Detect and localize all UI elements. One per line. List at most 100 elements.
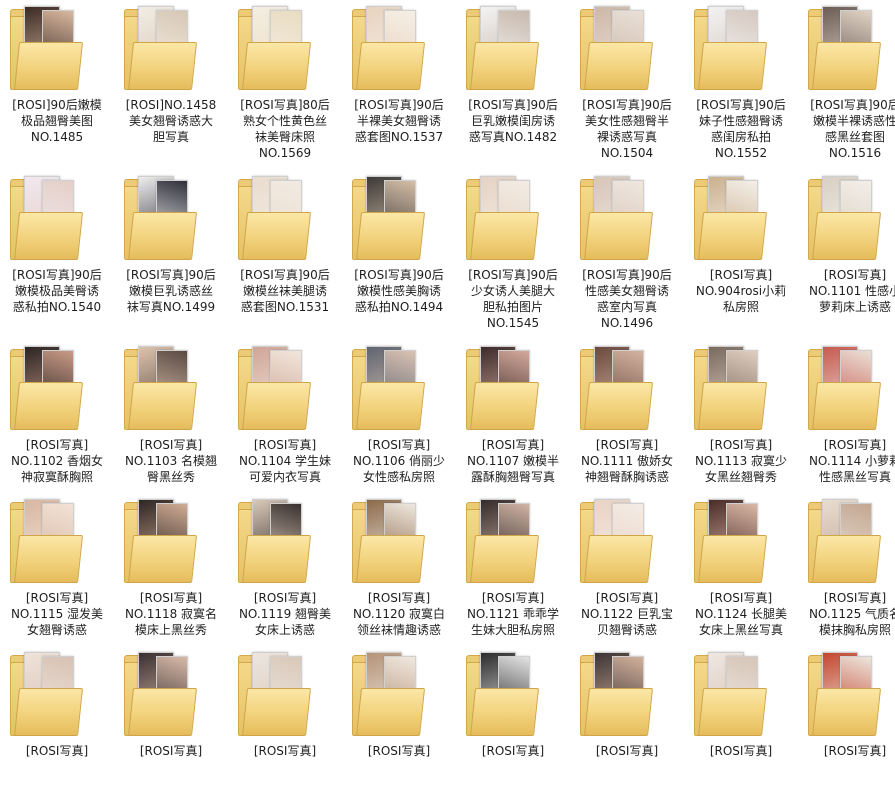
folder-thumbnail-icon [808,6,882,90]
folder-thumbnail-icon [352,346,426,430]
folder-thumbnail-icon [238,499,312,583]
folder-label: [ROSI写真]90后 嫩模半裸诱惑性 感黑丝套图 NO.1516 [810,98,895,160]
folder-label: [ROSI写真] NO.1118 寂寞名 模床上黑丝秀 [124,591,218,637]
folder-thumbnail-icon [808,346,882,430]
folder-item[interactable]: [ROSI写真]90后 嫩模半裸诱惑性 感黑丝套图 NO.1516 [798,0,895,160]
folder-thumbnail-icon [466,499,540,583]
folder-item[interactable]: [ROSI写真]90后 嫩模巨乳诱惑丝 袜写真NO.1499 [114,170,228,320]
folder-item[interactable]: [ROSI写真] [114,646,228,796]
folder-label: [ROSI写真]90后 嫩模极品美臀诱 惑私拍NO.1540 [12,268,102,314]
folder-item[interactable]: [ROSI写真] NO.1125 气质名 模抹胸私房照 [798,493,895,643]
folder-thumbnail-icon [10,176,84,260]
folder-item[interactable]: [ROSI写真] [570,646,684,796]
folder-label: [ROSI写真] [367,744,431,758]
folder-thumbnail-icon [580,499,654,583]
folder-thumbnail-icon [694,652,768,736]
folder-thumbnail-icon [808,176,882,260]
folder-item[interactable]: [ROSI]90后嫩模 极品翘臀美图 NO.1485 [0,0,114,150]
folder-label: [ROSI写真]90后 嫩模性感美胸诱 惑私拍NO.1494 [354,268,444,314]
folder-item[interactable]: [ROSI写真] [456,646,570,796]
folder-item[interactable]: [ROSI写真] NO.1118 寂寞名 模床上黑丝秀 [114,493,228,643]
folder-label: [ROSI写真] NO.1120 寂寞白 领丝袜情趣诱惑 [352,591,446,637]
folder-item[interactable]: [ROSI写真] [798,646,895,796]
folder-thumbnail-icon [466,652,540,736]
folder-item[interactable]: [ROSI写真]90后 嫩模丝袜美腿诱 惑套图NO.1531 [228,170,342,320]
folder-item[interactable]: [ROSI写真] NO.1120 寂寞白 领丝袜情趣诱惑 [342,493,456,643]
folder-thumbnail-icon [808,652,882,736]
folder-thumbnail-icon [238,652,312,736]
folder-item[interactable]: [ROSI写真] NO.1119 翘臀美 女床上诱惑 [228,493,342,643]
folder-label: [ROSI写真] NO.1111 傲娇女 神翘臀酥胸诱惑 [580,438,674,484]
folder-item[interactable]: [ROSI写真] NO.1121 乖乖学 生妹大胆私房照 [456,493,570,643]
folder-item[interactable]: [ROSI写真] NO.1106 俏丽少 女性感私房照 [342,340,456,490]
folder-thumbnail-icon [694,499,768,583]
folder-item[interactable]: [ROSI写真] [684,646,798,796]
folder-thumbnail-icon [10,499,84,583]
folder-label: [ROSI写真] NO.1115 湿发美 女翘臀诱惑 [10,591,104,637]
folder-item[interactable]: [ROSI写真] [228,646,342,796]
folder-item[interactable]: [ROSI写真] NO.1104 学生妹 可爱内衣写真 [228,340,342,490]
folder-thumbnail-icon [124,6,198,90]
folder-item[interactable]: [ROSI]NO.1458 美女翘臀诱惑大 胆写真 [114,0,228,150]
folder-label: [ROSI写真]80后 熟女个性黄色丝 袜美臀床照 NO.1569 [240,98,330,160]
folder-thumbnail-icon [580,346,654,430]
folder-item[interactable]: [ROSI写真] NO.1103 名模翘 臀黑丝秀 [114,340,228,490]
folder-item[interactable]: [ROSI写真] NO.1107 嫩模半 露酥胸翘臀写真 [456,340,570,490]
folder-item[interactable]: [ROSI写真] NO.1115 湿发美 女翘臀诱惑 [0,493,114,643]
folder-label: [ROSI]NO.1458 美女翘臀诱惑大 胆写真 [125,98,217,144]
folder-thumbnail-icon [580,6,654,90]
folder-thumbnail-icon [466,346,540,430]
folder-label: [ROSI]90后嫩模 极品翘臀美图 NO.1485 [12,98,102,144]
folder-item[interactable]: [ROSI写真]90后 嫩模性感美胸诱 惑私拍NO.1494 [342,170,456,320]
folder-label: [ROSI写真] NO.1114 小萝莉 性感黑丝写真 [808,438,895,484]
folder-label: [ROSI写真]90后 性感美女翘臀诱 惑室内写真 NO.1496 [582,268,672,330]
folder-thumbnail-icon [10,652,84,736]
folder-thumbnail-icon [124,176,198,260]
folder-label: [ROSI写真]90后 美女性感翘臀半 裸诱惑写真 NO.1504 [582,98,672,160]
folder-thumbnail-icon [352,499,426,583]
folder-label: [ROSI写真] NO.1113 寂寞少 女黑丝翘臀秀 [694,438,788,484]
folder-thumbnail-icon [238,176,312,260]
folder-label: [ROSI写真] [25,744,89,758]
folder-item[interactable]: [ROSI写真] NO.904rosi小莉 私房照 [684,170,798,320]
folder-thumbnail-icon [124,652,198,736]
folder-item[interactable]: [ROSI写真] [0,646,114,796]
folder-item[interactable]: [ROSI写真] NO.1101 性感小 萝莉床上诱惑 [798,170,895,320]
folder-item[interactable]: [ROSI写真] [342,646,456,796]
folder-thumbnail-icon [466,6,540,90]
folder-label: [ROSI写真] [253,744,317,758]
folder-item[interactable]: [ROSI写真]90后 妹子性感翘臀诱 惑闺房私拍 NO.1552 [684,0,798,160]
folder-label: [ROSI写真] NO.1104 学生妹 可爱内衣写真 [238,438,332,484]
folder-thumbnail-icon [352,6,426,90]
folder-label: [ROSI写真] [709,744,773,758]
folder-item[interactable]: [ROSI写真]80后 熟女个性黄色丝 袜美臀床照 NO.1569 [228,0,342,160]
folder-label: [ROSI写真] NO.1125 气质名 模抹胸私房照 [808,591,895,637]
folder-thumbnail-icon [808,499,882,583]
folder-item[interactable]: [ROSI写真] NO.1111 傲娇女 神翘臀酥胸诱惑 [570,340,684,490]
folder-label: [ROSI写真]90后 半裸美女翘臀诱 惑套图NO.1537 [354,98,444,144]
folder-thumbnail-icon [238,6,312,90]
folder-item[interactable]: [ROSI写真] NO.1114 小萝莉 性感黑丝写真 [798,340,895,490]
folder-item[interactable]: [ROSI写真] NO.1122 巨乳宝 贝翘臀诱惑 [570,493,684,643]
folder-thumbnail-icon [694,176,768,260]
folder-item[interactable]: [ROSI写真]90后 巨乳嫩模闺房诱 惑写真NO.1482 [456,0,570,150]
folder-label: [ROSI写真] NO.1101 性感小 萝莉床上诱惑 [808,268,895,314]
folder-label: [ROSI写真] NO.1124 长腿美 女床上黑丝写真 [694,591,788,637]
folder-thumbnail-icon [352,652,426,736]
folder-label: [ROSI写真]90后 少女诱人美腿大 胆私拍图片 NO.1545 [468,268,558,330]
folder-label: [ROSI写真] NO.1102 香烟女 神寂寞酥胸照 [10,438,104,484]
folder-thumbnail-icon [694,346,768,430]
folder-item[interactable]: [ROSI写真] NO.1102 香烟女 神寂寞酥胸照 [0,340,114,490]
folder-item[interactable]: [ROSI写真]90后 少女诱人美腿大 胆私拍图片 NO.1545 [456,170,570,330]
folder-label: [ROSI写真]90后 嫩模巨乳诱惑丝 袜写真NO.1499 [126,268,216,314]
folder-item[interactable]: [ROSI写真]90后 性感美女翘臀诱 惑室内写真 NO.1496 [570,170,684,330]
folder-item[interactable]: [ROSI写真]90后 美女性感翘臀半 裸诱惑写真 NO.1504 [570,0,684,160]
folder-item[interactable]: [ROSI写真]90后 嫩模极品美臀诱 惑私拍NO.1540 [0,170,114,320]
folder-item[interactable]: [ROSI写真] NO.1124 长腿美 女床上黑丝写真 [684,493,798,643]
folder-label: [ROSI写真] NO.1121 乖乖学 生妹大胆私房照 [466,591,560,637]
folder-item[interactable]: [ROSI写真]90后 半裸美女翘臀诱 惑套图NO.1537 [342,0,456,150]
folder-label: [ROSI写真] [823,744,887,758]
folder-label: [ROSI写真] NO.1106 俏丽少 女性感私房照 [352,438,446,484]
folder-item[interactable]: [ROSI写真] NO.1113 寂寞少 女黑丝翘臀秀 [684,340,798,490]
folder-label: [ROSI写真] NO.1107 嫩模半 露酥胸翘臀写真 [466,438,560,484]
